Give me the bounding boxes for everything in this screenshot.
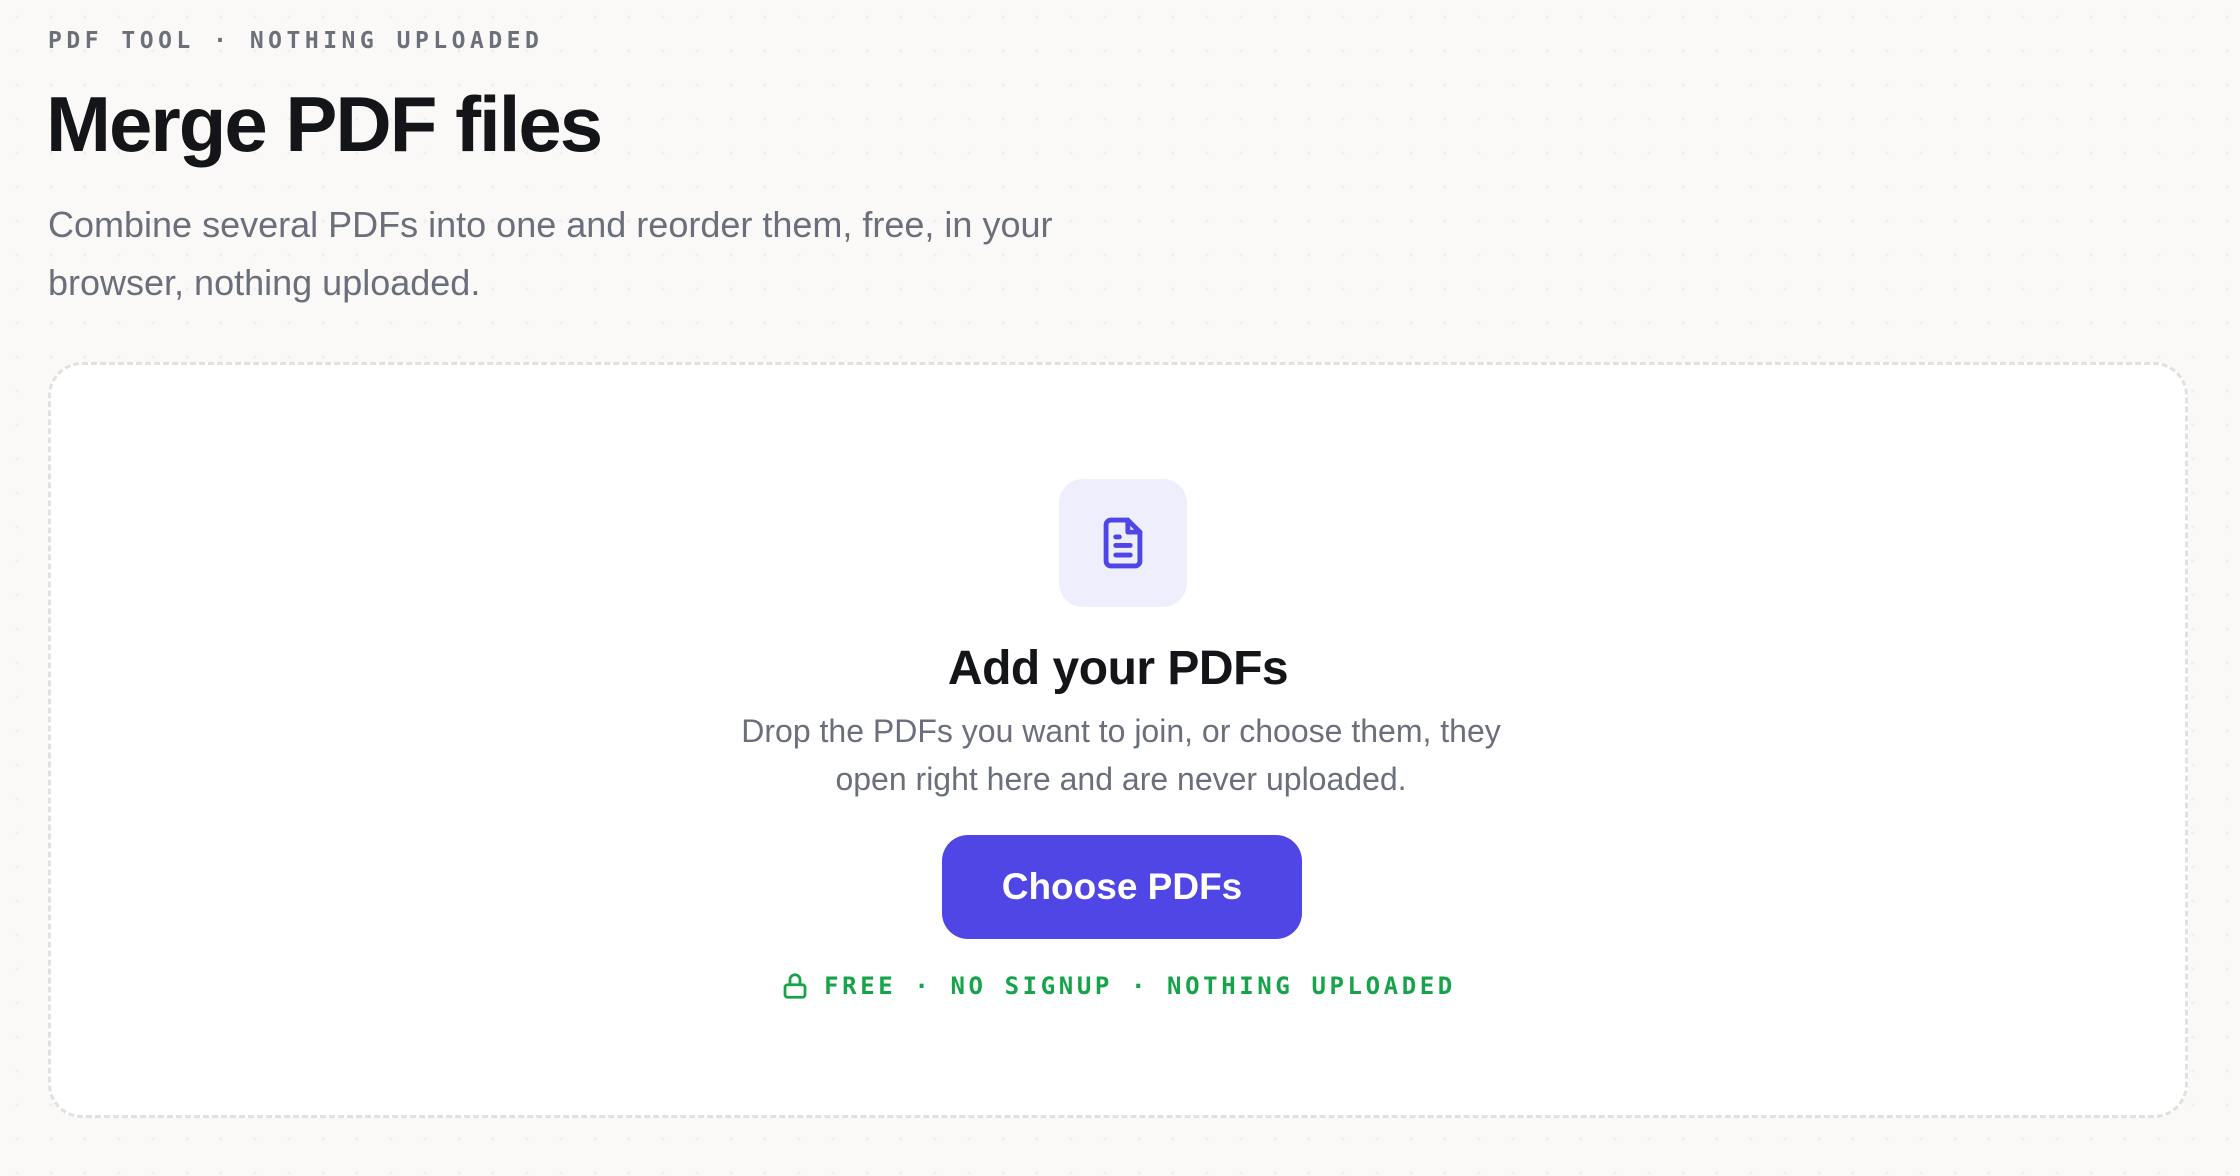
dropzone-title: Add your PDFs [947, 642, 1289, 695]
trust-text: FREE · NO SIGNUP · NOTHING UPLOADED [824, 972, 1456, 1000]
page-title: Merge PDF files [46, 80, 603, 168]
trust-line: FREE · NO SIGNUP · NOTHING UPLOADED [51, 971, 2185, 1001]
choose-pdfs-button[interactable]: Choose PDFs [942, 835, 1302, 939]
pdf-dropzone[interactable]: Add your PDFs Drop the PDFs you want to … [48, 362, 2188, 1118]
document-icon [1103, 517, 1143, 569]
lock-icon [783, 973, 807, 999]
document-icon-tile [1059, 479, 1187, 607]
eyebrow: PDF TOOL · NOTHING UPLOADED [48, 28, 544, 54]
dropzone-description: Drop the PDFs you want to join, or choos… [741, 713, 1501, 797]
page-subtitle: Combine several PDFs into one and reorde… [48, 204, 1053, 303]
